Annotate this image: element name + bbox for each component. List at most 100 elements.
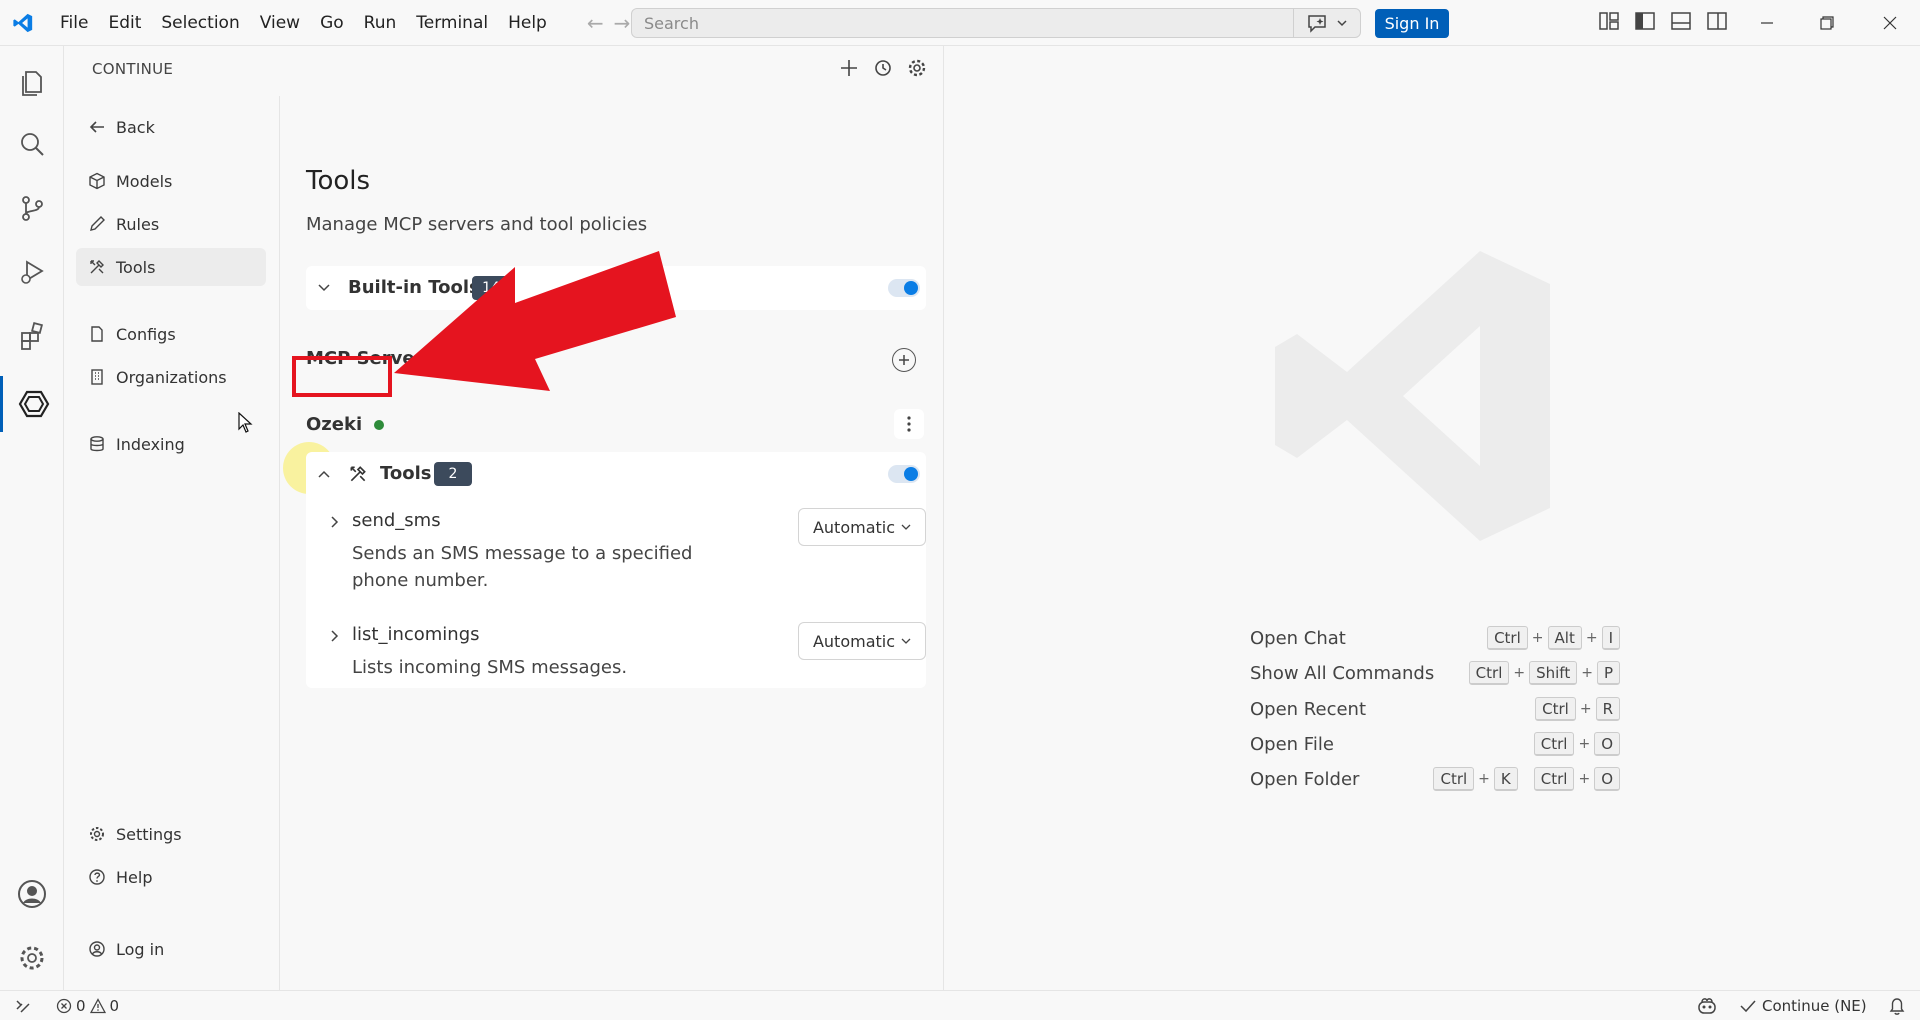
problems-indicator[interactable]: 0 0: [56, 997, 119, 1015]
shortcut-open-recent[interactable]: Open Recent Ctrl + R: [1250, 695, 1620, 723]
sign-in-button[interactable]: Sign In: [1375, 9, 1449, 38]
key: P: [1596, 661, 1620, 685]
new-session-plus-icon[interactable]: [839, 58, 859, 78]
source-control-icon[interactable]: [0, 180, 64, 236]
continue-extension-icon[interactable]: [0, 376, 64, 432]
user-circle-icon: [89, 941, 105, 957]
tool-policy-value: Automatic: [812, 631, 896, 651]
menu-view[interactable]: View: [250, 0, 310, 46]
builtin-tools-toggle[interactable]: [888, 279, 920, 297]
history-icon[interactable]: [873, 58, 893, 78]
tool-name: send_sms: [352, 510, 441, 531]
accounts-icon[interactable]: [0, 866, 64, 922]
nav-log-in-label: Log in: [116, 939, 165, 959]
annotation-red-arrow: [394, 251, 676, 391]
key: R: [1595, 697, 1620, 721]
warning-count: 0: [109, 996, 120, 1015]
menu-help[interactable]: Help: [498, 0, 557, 46]
manage-gear-icon[interactable]: [0, 930, 64, 986]
chat-sparkle-icon: [1307, 15, 1326, 33]
settings-gear-icon[interactable]: [907, 58, 927, 78]
warning-icon: [89, 997, 106, 1013]
minimize-button[interactable]: [1737, 0, 1797, 46]
restore-button[interactable]: [1797, 0, 1857, 46]
nav-models[interactable]: Models: [76, 162, 266, 200]
copilot-icon[interactable]: [1696, 996, 1718, 1016]
mouse-pointer-icon: [238, 412, 253, 433]
chevron-right-icon[interactable]: [330, 516, 340, 528]
chat-button[interactable]: [1293, 8, 1359, 38]
nav-rules[interactable]: Rules: [76, 205, 266, 243]
nav-configs[interactable]: Configs: [76, 315, 266, 353]
vscode-logo-icon: [0, 0, 46, 46]
key: Ctrl: [1487, 626, 1528, 650]
command-center-search[interactable]: Search: [631, 8, 1361, 38]
nav-rules-label: Rules: [116, 214, 160, 234]
mcp-server-ozeki[interactable]: Ozeki: [306, 414, 385, 435]
notifications-bell-icon[interactable]: [1888, 996, 1906, 1016]
close-icon: [1883, 16, 1897, 30]
page-title: Tools: [306, 166, 371, 196]
vscode-watermark-logo-icon: [1275, 251, 1550, 541]
nav-organizations[interactable]: Organizations: [76, 358, 266, 396]
shortcut-open-chat[interactable]: Open Chat Ctrl + Alt + I: [1250, 624, 1620, 652]
shortcut-open-folder[interactable]: Open Folder Ctrl + K Ctrl + O: [1250, 765, 1620, 793]
menu-terminal[interactable]: Terminal: [406, 0, 498, 46]
tool-policy-dropdown[interactable]: Automatic: [798, 622, 926, 660]
nav-back-label: Back: [116, 117, 155, 137]
shortcut-show-all-commands[interactable]: Show All Commands Ctrl + Shift + P: [1250, 659, 1620, 687]
key: Ctrl: [1433, 767, 1475, 791]
menu-file[interactable]: File: [50, 0, 98, 46]
nav-back[interactable]: Back: [76, 108, 266, 146]
nav-tools[interactable]: Tools: [76, 248, 266, 286]
toggle-secondary-sidebar-icon[interactable]: [1706, 10, 1728, 32]
server-tools-header[interactable]: Tools 2: [306, 452, 926, 496]
extensions-icon[interactable]: [0, 308, 64, 364]
tool-name: list_incomings: [352, 624, 480, 645]
shortcut-label: Open Folder: [1250, 768, 1360, 790]
server-tools-label: Tools: [380, 463, 432, 484]
explorer-icon[interactable]: [0, 54, 64, 110]
search-placeholder: Search: [644, 13, 699, 33]
shortcut-label: Open Recent: [1250, 698, 1367, 720]
menu-edit[interactable]: Edit: [98, 0, 151, 46]
toggle-primary-sidebar-icon[interactable]: [1634, 10, 1656, 32]
add-mcp-server-button[interactable]: [892, 348, 916, 372]
close-window-button[interactable]: [1860, 0, 1920, 46]
server-tools-toggle[interactable]: [888, 465, 920, 483]
server-more-options-button[interactable]: [894, 409, 924, 439]
key: I: [1601, 626, 1620, 650]
more-vertical-icon: [907, 416, 911, 432]
chevron-up-icon: [318, 470, 330, 478]
toggle-panel-icon[interactable]: [1670, 10, 1692, 32]
continue-status-item[interactable]: Continue (NE): [1740, 997, 1867, 1015]
key: Ctrl: [1468, 661, 1510, 685]
shortcut-label: Show All Commands: [1250, 662, 1435, 684]
server-status-dot: [374, 419, 385, 430]
nav-organizations-label: Organizations: [116, 367, 227, 387]
shortcut-open-file[interactable]: Open File Ctrl + O: [1250, 730, 1620, 758]
tool-description: Sends an SMS message to a specified phon…: [352, 543, 693, 591]
tool-policy-dropdown[interactable]: Automatic: [798, 508, 926, 546]
shortcut-label: Open File: [1250, 733, 1334, 755]
pencil-icon: [90, 216, 105, 231]
nav-indexing-label: Indexing: [116, 434, 185, 454]
nav-log-in[interactable]: Log in: [76, 930, 266, 968]
nav-help[interactable]: Help: [76, 858, 266, 896]
run-debug-icon[interactable]: [0, 244, 64, 300]
nav-settings[interactable]: Settings: [76, 815, 266, 853]
error-count: 0: [76, 996, 86, 1015]
menu-run[interactable]: Run: [354, 0, 407, 46]
customize-layout-icon[interactable]: [1598, 10, 1620, 32]
continue-status-label: Continue (NE): [1762, 997, 1867, 1015]
shortcut-label: Open Chat: [1250, 627, 1346, 649]
forward-arrow-icon[interactable]: →: [614, 11, 631, 35]
menu-go[interactable]: Go: [310, 0, 354, 46]
chevron-down-icon: [318, 284, 330, 292]
back-arrow-icon[interactable]: ←: [587, 11, 604, 35]
search-icon[interactable]: [0, 116, 64, 172]
menu-selection[interactable]: Selection: [151, 0, 249, 46]
remote-indicator-icon[interactable]: [14, 997, 32, 1015]
chevron-right-icon[interactable]: [330, 630, 340, 642]
nav-tools-label: Tools: [116, 257, 156, 277]
